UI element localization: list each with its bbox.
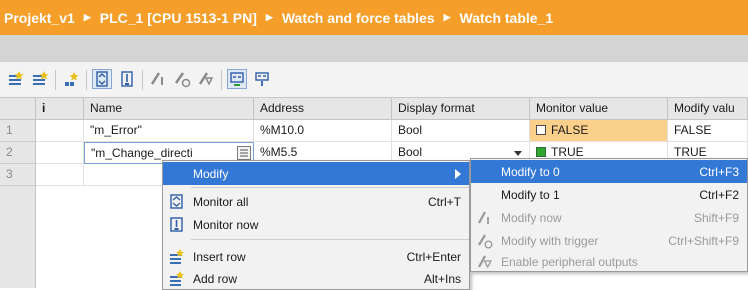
show-monitor-icon[interactable] [252, 69, 272, 89]
false-indicator-icon [536, 125, 546, 135]
monitor-all-icon [168, 193, 185, 210]
monitor-all-icon[interactable] [92, 69, 112, 89]
monitor-now-icon[interactable] [117, 69, 137, 89]
name-cell[interactable]: "m_Error" [84, 120, 254, 142]
display-format-text: Bool [398, 145, 423, 159]
menu-item-shortcut: Shift+F9 [693, 210, 739, 225]
breadcrumb-separator-icon: ▶ [83, 12, 91, 22]
modify-value-cell[interactable]: FALSE [668, 120, 748, 142]
breadcrumb-separator-icon: ▶ [443, 12, 451, 22]
monitor-value-text: FALSE [551, 123, 589, 137]
menu-item-insert-row[interactable]: Insert row Ctrl+Enter [163, 245, 469, 268]
menu-item-modify[interactable]: Modify [163, 162, 469, 185]
column-header-row-number [0, 98, 36, 120]
column-header-name[interactable]: Name [84, 98, 254, 120]
enable-peripheral-outputs-icon [476, 253, 493, 270]
menu-item-label: Modify to 1 [501, 187, 560, 202]
menu-item-label: Enable peripheral outputs [501, 254, 638, 269]
toolbar [0, 62, 748, 98]
display-format-cell[interactable]: Bool [392, 120, 530, 142]
enable-peripheral-outputs-icon[interactable] [196, 69, 216, 89]
tag-picker-icon[interactable] [237, 146, 251, 160]
info-cell [36, 120, 84, 142]
modify-with-trigger-icon[interactable] [172, 69, 192, 89]
breadcrumb-plc[interactable]: PLC_1 [CPU 1513-1 PN] [100, 10, 257, 26]
row-number[interactable]: 1 [0, 120, 36, 142]
menu-item-modify-to-1[interactable]: Modify to 1 Ctrl+F2 [471, 183, 747, 206]
menu-item-label: Modify with trigger [501, 233, 599, 248]
submenu-arrow-icon [454, 168, 462, 182]
menu-item-monitor-all[interactable]: Monitor all Ctrl+T [163, 190, 469, 213]
menu-item-modify-to-0[interactable]: Modify to 0 Ctrl+F3 [471, 160, 747, 183]
add-row-icon [168, 270, 185, 287]
menu-item-label: Monitor now [193, 217, 259, 232]
breadcrumb: Projekt_v1 ▶ PLC_1 [CPU 1513-1 PN] ▶ Wat… [0, 0, 748, 35]
show-all-modify-columns-icon[interactable] [227, 69, 247, 89]
menu-item-shortcut: Ctrl+F3 [699, 164, 739, 179]
menu-item-shortcut: Alt+Ins [423, 271, 461, 286]
menu-item-label: Insert row [193, 249, 246, 264]
breadcrumb-watch-force-tables[interactable]: Watch and force tables [282, 10, 435, 26]
sort-icon[interactable] [62, 69, 82, 89]
insert-row-icon[interactable] [6, 69, 26, 89]
address-cell[interactable]: %M10.0 [254, 120, 392, 142]
menu-item-shortcut: Ctrl+T [428, 194, 461, 209]
column-header-modify-value[interactable]: Modify valu [668, 98, 748, 120]
info-cell [36, 142, 84, 164]
modify-submenu: Modify to 0 Ctrl+F3 Modify to 1 Ctrl+F2 … [470, 158, 748, 272]
modify-now-icon[interactable] [148, 69, 168, 89]
add-row-icon[interactable] [30, 69, 50, 89]
column-header-address[interactable]: Address [254, 98, 392, 120]
menu-item-modify-with-trigger: Modify with trigger Ctrl+Shift+F9 [471, 229, 747, 252]
true-indicator-icon [536, 147, 546, 157]
breadcrumb-project[interactable]: Projekt_v1 [4, 10, 75, 26]
menu-item-label: Modify to 0 [501, 164, 560, 179]
monitor-value-cell[interactable]: FALSE [530, 120, 668, 142]
breadcrumb-separator-icon: ▶ [265, 12, 273, 22]
row-number[interactable]: 2 [0, 142, 36, 164]
menu-item-label: Modify [193, 166, 229, 181]
menu-item-shortcut: Ctrl+Shift+F9 [668, 233, 739, 248]
menu-item-label: Modify now [501, 210, 562, 225]
column-header-info[interactable]: i [36, 98, 84, 120]
name-edit-text[interactable]: "m_Change_directi [91, 146, 193, 160]
menu-item-label: Monitor all [193, 194, 249, 209]
row-number[interactable]: 3 [0, 164, 36, 186]
editor-header-strip [0, 35, 748, 62]
menu-item-modify-now: Modify now Shift+F9 [471, 206, 747, 229]
modify-now-icon [476, 209, 493, 226]
column-header-display-format[interactable]: Display format [392, 98, 530, 120]
column-header-monitor-value[interactable]: Monitor value [530, 98, 668, 120]
modify-with-trigger-icon [476, 232, 493, 249]
monitor-value-text: TRUE [551, 145, 584, 159]
menu-item-add-row[interactable]: Add row Alt+Ins [163, 267, 469, 290]
row-header-empty-area [0, 186, 36, 288]
menu-item-enable-peripheral-outputs: Enable peripheral outputs [471, 250, 747, 273]
info-cell [36, 164, 84, 186]
context-menu: Modify Monitor all Ctrl+T Monitor now In… [162, 160, 470, 290]
breadcrumb-watch-table[interactable]: Watch table_1 [460, 10, 554, 26]
monitor-now-icon [168, 216, 185, 233]
menu-item-label: Add row [193, 271, 238, 286]
menu-item-shortcut: Ctrl+F2 [699, 187, 739, 202]
menu-item-monitor-now[interactable]: Monitor now [163, 213, 469, 236]
insert-row-icon [168, 248, 185, 265]
menu-item-shortcut: Ctrl+Enter [406, 249, 461, 264]
